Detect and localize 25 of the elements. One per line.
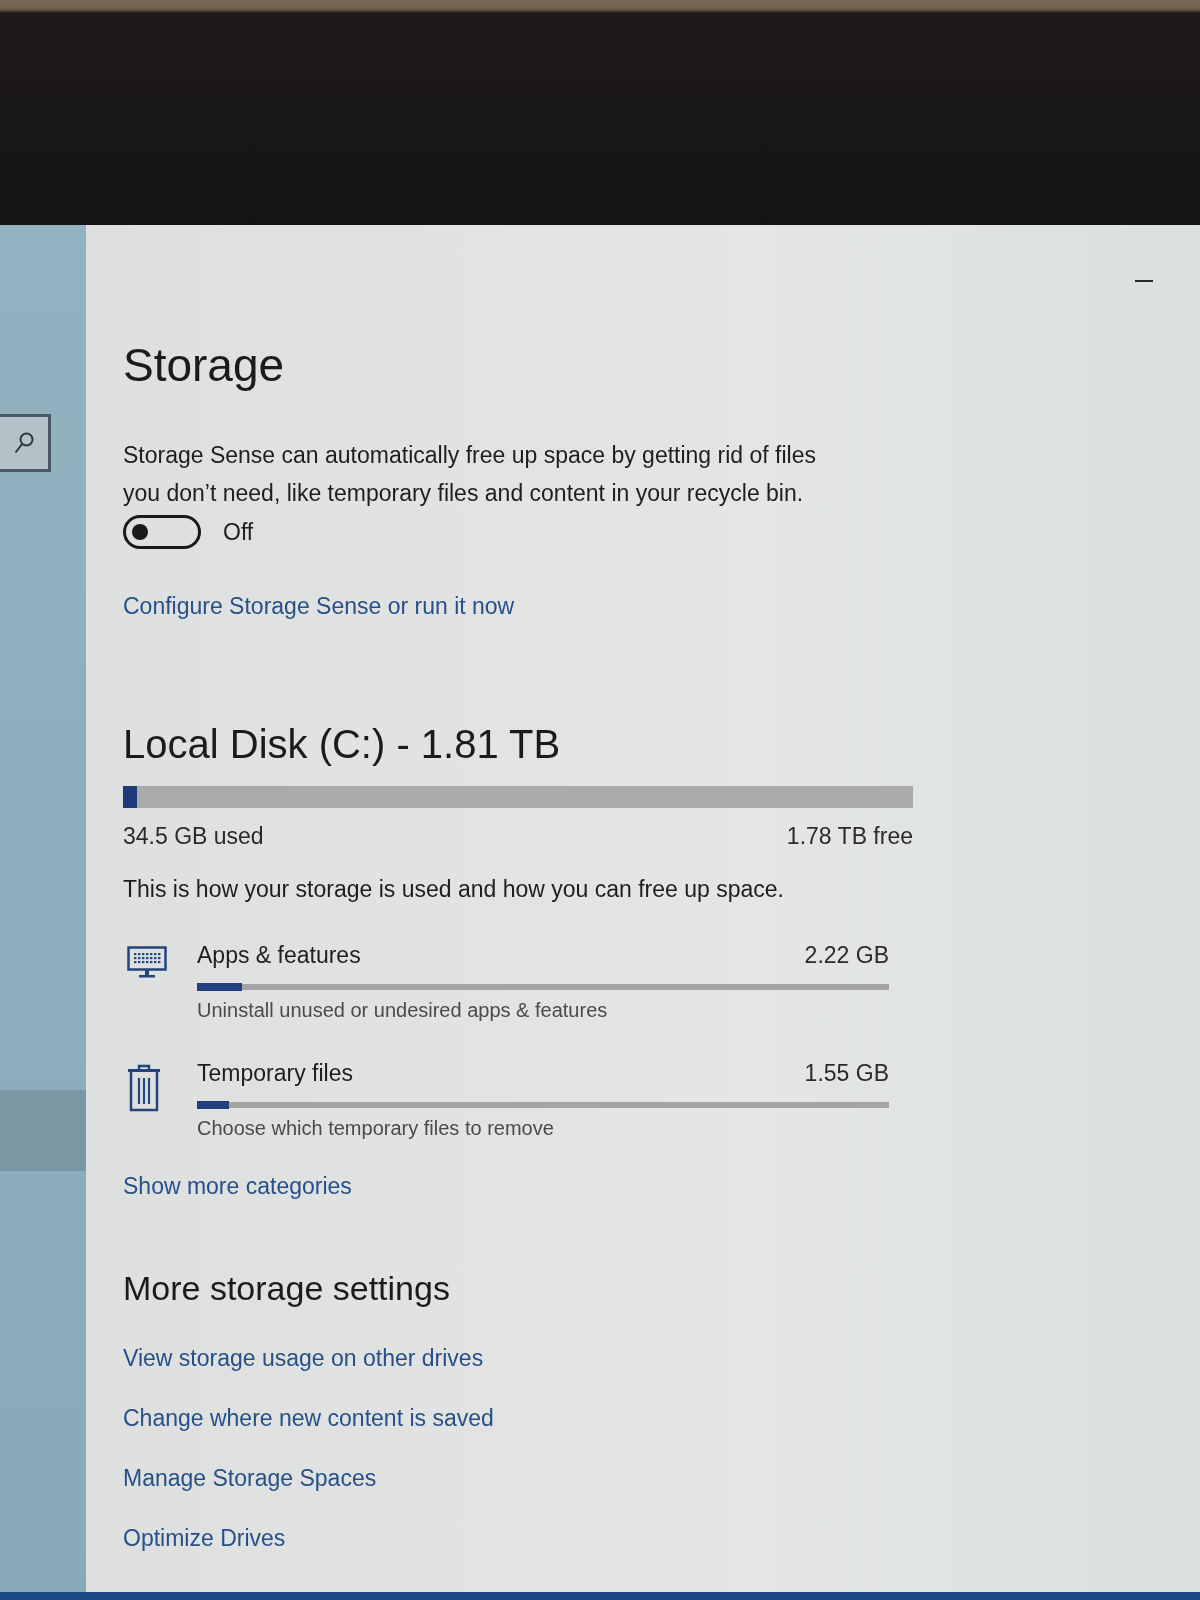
search-icon [14, 432, 34, 454]
settings-link[interactable]: Optimize Drives [123, 1522, 286, 1553]
toggle-state-label: Off [223, 518, 254, 546]
configure-link[interactable]: Configure Storage Sense or run it now [123, 591, 515, 621]
show-more-link[interactable]: Show more categories [123, 1171, 352, 1201]
category-name[interactable]: Temporary files [197, 1058, 353, 1088]
category-size: 1.55 GB [804, 1059, 889, 1088]
category-hint: Choose which temporary files to remove [197, 1116, 554, 1141]
category-hint: Uninstall unused or undesired apps & features [197, 998, 608, 1023]
storage-sense-description: Storage Sense can automatically free up space by getting rid of files you don’t need, like temporary files and content in your recycle bin. [123, 441, 817, 508]
search-field[interactable] [0, 414, 51, 472]
monitor-icon [127, 946, 167, 980]
trash-icon [127, 1064, 161, 1112]
used-space-label: 34.5 GB used [123, 822, 264, 851]
category-size: 2.22 GB [804, 941, 889, 970]
toggle-switch[interactable] [123, 515, 201, 549]
page-title: Storage [123, 338, 285, 393]
settings-link[interactable]: Change where new content is saved [123, 1402, 494, 1433]
settings-link[interactable]: Manage Storage Spaces [123, 1462, 377, 1493]
category-name[interactable]: Apps & features [197, 940, 361, 970]
free-space-label: 1.78 TB free [786, 822, 913, 851]
disk-title: Local Disk (C:) - 1.81 TB [123, 721, 561, 768]
section-heading: More storage settings [123, 1268, 450, 1309]
storage-usage-description: This is how your storage is used and how you can free up space. [123, 875, 784, 904]
settings-link[interactable]: View storage usage on other drives [123, 1342, 484, 1373]
